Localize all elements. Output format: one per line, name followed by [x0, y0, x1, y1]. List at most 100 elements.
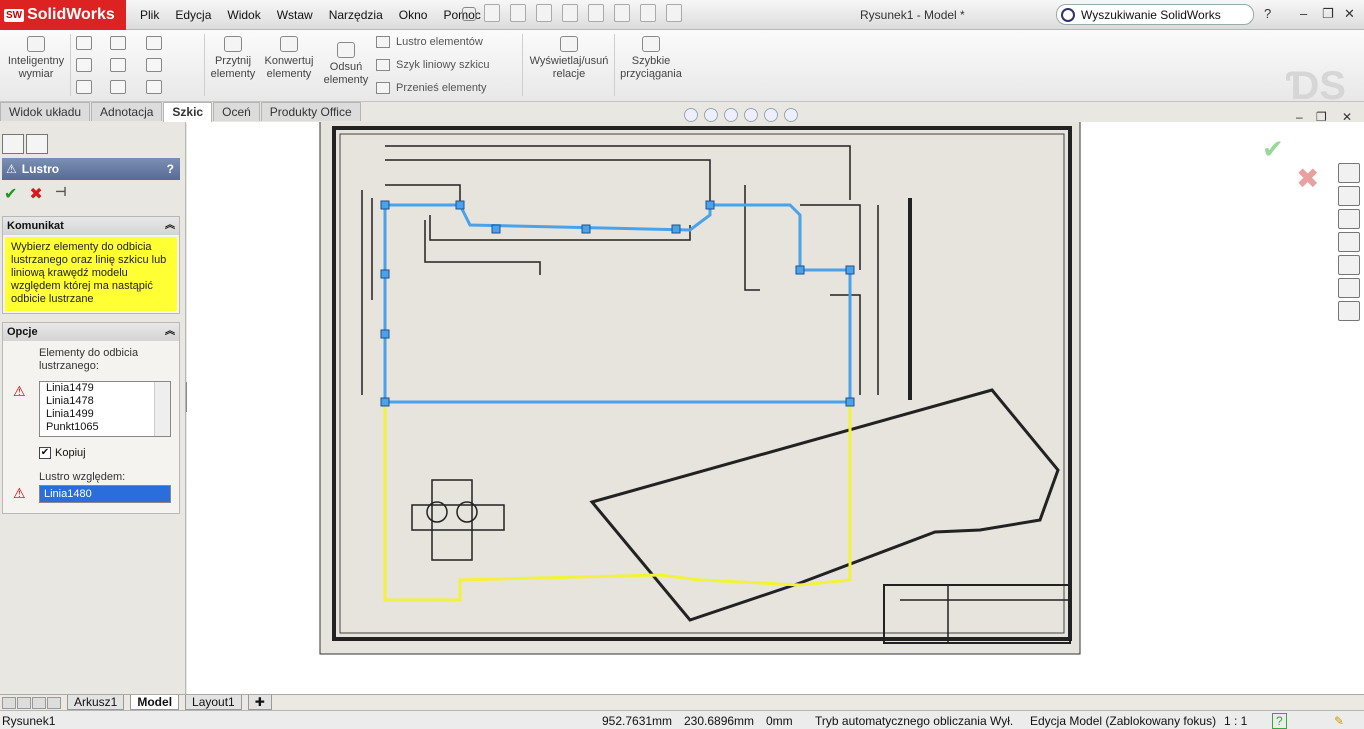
- search-results-icon[interactable]: [1338, 232, 1360, 252]
- restore-button[interactable]: ❐: [1322, 6, 1334, 22]
- status-mode[interactable]: Tryb automatycznego obliczania Wył.: [815, 714, 1013, 728]
- quick-access-toolbar: [484, 4, 682, 22]
- list-item[interactable]: Linia1499: [40, 408, 170, 421]
- print-icon[interactable]: [562, 4, 578, 22]
- tab-sketch[interactable]: Szkic: [163, 102, 213, 123]
- list-item[interactable]: Linia1478: [40, 395, 170, 408]
- ellipse-icon[interactable]: [146, 58, 162, 72]
- tab-evaluate[interactable]: Oceń: [213, 102, 260, 121]
- graphics-area[interactable]: [187, 120, 1364, 694]
- pushpin-icon[interactable]: ⊣: [55, 184, 67, 204]
- solidworks-logo[interactable]: SW SolidWorks: [0, 0, 126, 30]
- trim-button[interactable]: Przytnij elementy: [208, 36, 258, 81]
- next-sheet-icon[interactable]: [32, 696, 46, 709]
- list-item[interactable]: Punkt1065: [40, 421, 170, 434]
- convert-button[interactable]: Konwertuj elementy: [262, 36, 316, 81]
- sheet-tab-layout1[interactable]: Layout1: [185, 695, 242, 710]
- feature-tree-icon[interactable]: [2, 134, 24, 154]
- search-input[interactable]: Wyszukiwanie SolidWorks: [1081, 8, 1221, 22]
- prev-sheet-icon[interactable]: [17, 696, 31, 709]
- quick-snaps-button[interactable]: Szybkie przyciągania: [618, 36, 684, 81]
- undo-icon[interactable]: [588, 4, 604, 22]
- new-icon[interactable]: [484, 4, 500, 22]
- help-button[interactable]: ?: [1264, 6, 1271, 21]
- ok-button[interactable]: ✔: [4, 184, 17, 204]
- checkbox-icon[interactable]: ✔: [39, 447, 51, 459]
- collapse-icon[interactable]: ︽: [165, 323, 175, 341]
- status-y: 230.6896mm: [684, 714, 755, 728]
- file-explorer-icon[interactable]: [1338, 209, 1360, 229]
- smart-dimension-button[interactable]: Inteligentny wymiar: [4, 36, 68, 81]
- custom-properties-icon[interactable]: [1338, 301, 1360, 321]
- pin-menu-icon[interactable]: [462, 7, 476, 21]
- confirm-corner-ok-icon[interactable]: ✔: [1262, 134, 1284, 165]
- convert-label: Konwertuj elementy: [264, 55, 314, 80]
- rebuild-status-icon[interactable]: ✎: [1334, 714, 1344, 728]
- collapse-icon[interactable]: ︽: [165, 217, 175, 235]
- rotate-icon[interactable]: [744, 108, 758, 122]
- menu-edit[interactable]: Edycja: [167, 8, 219, 22]
- options-header[interactable]: Opcje ︽: [3, 323, 179, 341]
- tab-layout[interactable]: Widok układu: [0, 102, 91, 121]
- previous-view-icon[interactable]: [724, 108, 738, 122]
- point-icon[interactable]: [110, 80, 126, 94]
- line-icon[interactable]: [76, 36, 92, 50]
- offset-button[interactable]: Odsuń elementy: [322, 42, 370, 87]
- circle-icon[interactable]: [110, 36, 126, 50]
- first-sheet-icon[interactable]: [2, 696, 16, 709]
- close-button[interactable]: ✕: [1344, 6, 1355, 22]
- cancel-button[interactable]: ✖: [29, 184, 42, 204]
- options-icon[interactable]: [666, 4, 682, 22]
- list-scrollbar[interactable]: [154, 382, 170, 436]
- gfx-close-button[interactable]: ✕: [1342, 110, 1352, 124]
- minimize-button[interactable]: –: [1300, 6, 1307, 21]
- zoom-area-icon[interactable]: [704, 108, 718, 122]
- mirror-about-field[interactable]: Linia1480: [39, 485, 171, 503]
- relations-button[interactable]: Wyświetlaj/usuń relacje: [526, 36, 612, 81]
- appearances-icon[interactable]: [1338, 278, 1360, 298]
- gfx-minimize-button[interactable]: –: [1296, 110, 1303, 124]
- pm-help-button[interactable]: ?: [167, 162, 174, 176]
- menu-tools[interactable]: Narzędzia: [321, 8, 391, 22]
- search-box[interactable]: Wyszukiwanie SolidWorks: [1056, 4, 1254, 25]
- linear-pattern-button[interactable]: Szyk liniowy szkicu: [376, 59, 490, 71]
- zoom-fit-icon[interactable]: [684, 108, 698, 122]
- last-sheet-icon[interactable]: [47, 696, 61, 709]
- rectangle-icon[interactable]: [76, 58, 92, 72]
- spline-icon[interactable]: [146, 36, 162, 50]
- sheet-tab-model[interactable]: Model: [130, 695, 180, 710]
- menu-insert[interactable]: Wstaw: [269, 8, 321, 22]
- tab-office[interactable]: Produkty Office: [260, 102, 361, 121]
- save-icon[interactable]: [536, 4, 552, 22]
- menu-window[interactable]: Okno: [391, 8, 436, 22]
- home-icon[interactable]: [1338, 163, 1360, 183]
- status-scale[interactable]: 1 : 1: [1224, 714, 1247, 728]
- property-manager-icon[interactable]: [26, 134, 48, 154]
- centerline-icon[interactable]: [146, 80, 162, 94]
- add-sheet-icon[interactable]: ✚: [247, 695, 272, 710]
- list-item[interactable]: Linia1479: [40, 382, 170, 395]
- design-library-icon[interactable]: [1338, 186, 1360, 206]
- drawing-canvas[interactable]: [187, 120, 1364, 694]
- menu-file[interactable]: Plik: [132, 8, 167, 22]
- open-icon[interactable]: [510, 4, 526, 22]
- view-settings-icon[interactable]: [784, 108, 798, 122]
- move-entities-button[interactable]: Przenieś elementy: [376, 82, 487, 94]
- gfx-restore-button[interactable]: ❐: [1316, 110, 1327, 124]
- select-icon[interactable]: [614, 4, 630, 22]
- tab-annotation[interactable]: Adnotacja: [91, 102, 163, 121]
- menu-view[interactable]: Widok: [219, 8, 268, 22]
- rebuild-icon[interactable]: [640, 4, 656, 22]
- entities-list[interactable]: Linia1479 Linia1478 Linia1499 Punkt1065: [39, 381, 171, 437]
- sheet-tab-arkusz1[interactable]: Arkusz1: [67, 695, 125, 710]
- fillet-icon[interactable]: [76, 80, 92, 94]
- arc-icon[interactable]: [110, 58, 126, 72]
- copy-checkbox[interactable]: ✔ Kopiuj: [39, 447, 86, 459]
- message-header[interactable]: Komunikat ︽: [3, 217, 179, 235]
- confirm-corner-cancel-icon[interactable]: ✖: [1296, 162, 1319, 195]
- display-style-icon[interactable]: [764, 108, 778, 122]
- linear-pattern-icon: [376, 59, 390, 71]
- status-help-icon[interactable]: ?: [1272, 713, 1287, 729]
- mirror-entities-button[interactable]: Lustro elementów: [376, 36, 483, 48]
- view-palette-icon[interactable]: [1338, 255, 1360, 275]
